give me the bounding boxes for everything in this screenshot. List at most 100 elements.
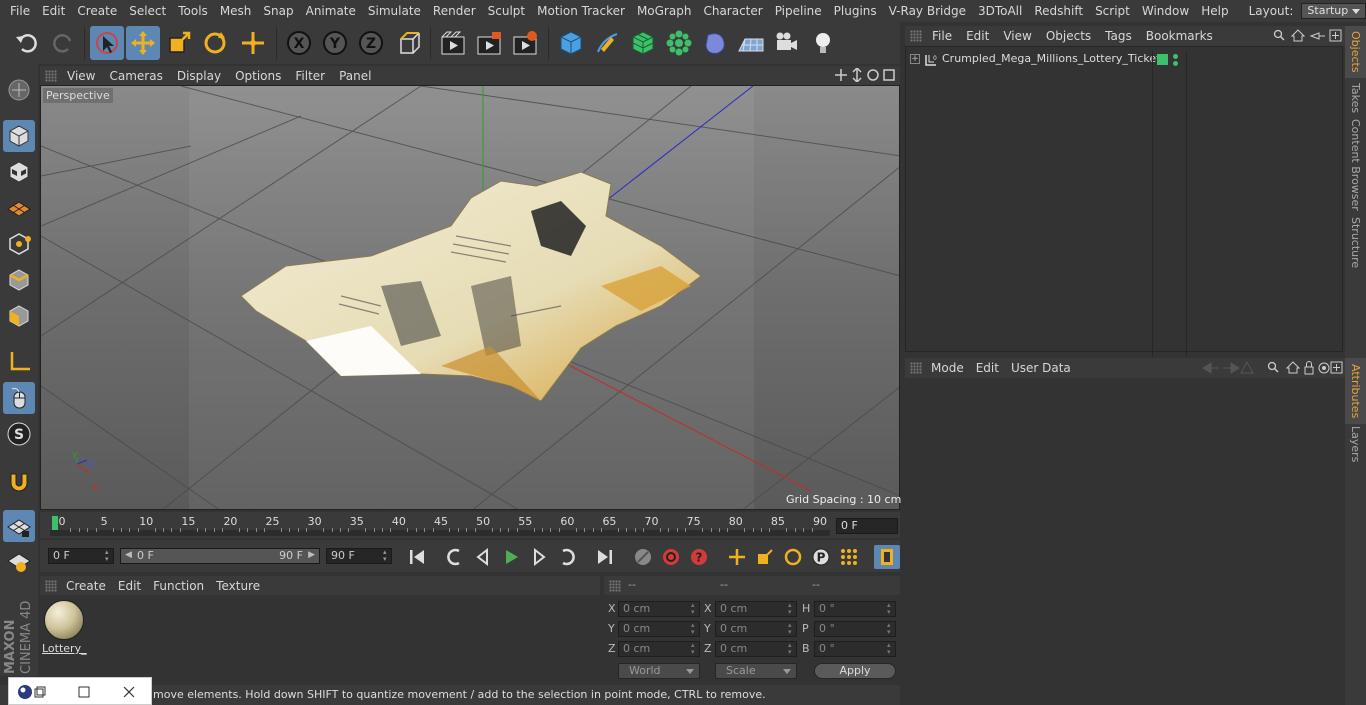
menu-3dtoall[interactable]: 3DToAll xyxy=(972,0,1028,22)
menu-plugins[interactable]: Plugins xyxy=(828,0,883,22)
coordinate-system-icon[interactable] xyxy=(392,26,426,60)
locked-workplane-icon[interactable] xyxy=(3,510,35,542)
render-settings-icon[interactable] xyxy=(508,26,542,60)
apply-button[interactable]: Apply xyxy=(814,663,896,679)
coord-rot-p-field[interactable]: 0 ° xyxy=(814,621,896,637)
objects-menu-file[interactable]: File xyxy=(925,25,959,47)
move-icon[interactable] xyxy=(126,26,160,60)
viewport-nav-icons[interactable] xyxy=(835,68,897,82)
coord-pos-y-field[interactable]: 0 cm xyxy=(618,621,700,637)
coord-space-dropdown[interactable]: World xyxy=(618,663,700,679)
menu-animate[interactable]: Animate xyxy=(300,0,362,22)
menu-motion-tracker[interactable]: Motion Tracker xyxy=(531,0,631,22)
menu-mesh[interactable]: Mesh xyxy=(214,0,258,22)
record-keys-icon[interactable] xyxy=(630,545,656,569)
z-axis-icon[interactable]: Z xyxy=(354,26,388,60)
menu-pipeline[interactable]: Pipeline xyxy=(769,0,828,22)
objects-menu-objects[interactable]: Objects xyxy=(1039,25,1098,47)
layer-color-icon[interactable] xyxy=(1157,54,1168,65)
objects-header-icons[interactable] xyxy=(1273,29,1343,43)
undo-icon[interactable] xyxy=(10,26,44,60)
viewport-menu-view[interactable]: View xyxy=(60,65,102,87)
tab-layers[interactable]: Layers xyxy=(1345,424,1366,464)
cube-icon[interactable] xyxy=(554,26,588,60)
live-selection-icon[interactable] xyxy=(90,26,124,60)
planar-workplane-icon[interactable] xyxy=(3,546,35,578)
viewport-menu-options[interactable]: Options xyxy=(228,65,288,87)
previous-key-icon[interactable] xyxy=(442,545,468,569)
go-to-end-icon[interactable] xyxy=(592,545,618,569)
coord-rot-h-field[interactable]: 0 ° xyxy=(814,601,896,617)
attributes-menu-mode[interactable]: Mode xyxy=(925,357,970,379)
current-frame-field[interactable]: 0 F xyxy=(836,518,898,534)
polygons-mode-icon[interactable] xyxy=(3,300,35,332)
tab-content-browser[interactable]: Content Browser xyxy=(1345,118,1366,212)
tab-structure[interactable]: Structure xyxy=(1345,212,1366,274)
camera-icon[interactable] xyxy=(770,26,804,60)
key-position-icon[interactable] xyxy=(724,545,750,569)
coord-pos-z-field[interactable]: 0 cm xyxy=(618,641,700,657)
object-row[interactable]: + 0 Crumpled_Mega_Millions_Lottery_Ticke… xyxy=(906,51,1342,357)
key-rotation-icon[interactable] xyxy=(780,545,806,569)
play-icon[interactable] xyxy=(498,545,524,569)
go-to-start-icon[interactable] xyxy=(404,545,430,569)
light-icon[interactable] xyxy=(806,26,840,60)
maximize-icon[interactable] xyxy=(77,685,91,699)
magnet-icon[interactable] xyxy=(3,466,35,498)
next-frame-icon[interactable] xyxy=(526,545,552,569)
texture-mode-icon[interactable] xyxy=(3,156,35,188)
viewport-menu-filter[interactable]: Filter xyxy=(288,65,332,87)
timeline-window-icon[interactable] xyxy=(874,545,900,569)
material-swatch[interactable]: Lottery_ xyxy=(42,598,87,656)
object-name[interactable]: Crumpled_Mega_Millions_Lottery_Ticket xyxy=(942,52,1160,65)
floor-icon[interactable] xyxy=(734,26,768,60)
attributes-menu-edit[interactable]: Edit xyxy=(970,357,1005,379)
subdivision-icon[interactable] xyxy=(626,26,660,60)
objects-menu-bookmarks[interactable]: Bookmarks xyxy=(1139,25,1220,47)
workplane-icon[interactable] xyxy=(3,192,35,224)
autokey-icon[interactable] xyxy=(658,545,684,569)
menu-simulate[interactable]: Simulate xyxy=(362,0,427,22)
make-editable-icon[interactable] xyxy=(3,74,35,106)
menu-mograph[interactable]: MoGraph xyxy=(631,0,698,22)
coord-size-x-field[interactable]: 0 cm xyxy=(715,601,797,617)
x-axis-icon[interactable]: X xyxy=(282,26,316,60)
render-view-icon[interactable] xyxy=(436,26,470,60)
menu-window[interactable]: Window xyxy=(1136,0,1195,22)
menu-tools[interactable]: Tools xyxy=(172,0,214,22)
menu-edit[interactable]: Edit xyxy=(36,0,71,22)
editor-visibility-dot[interactable] xyxy=(1173,54,1178,59)
material-menu-texture[interactable]: Texture xyxy=(210,575,266,597)
render-visibility-dot[interactable] xyxy=(1173,61,1178,66)
tab-objects[interactable]: Objects xyxy=(1345,26,1366,78)
cloner-icon[interactable] xyxy=(662,26,696,60)
objects-menu-edit[interactable]: Edit xyxy=(959,25,996,47)
menu-vray-bridge[interactable]: V-Ray Bridge xyxy=(883,0,972,22)
objects-menu-tags[interactable]: Tags xyxy=(1098,25,1139,47)
cinema4d-app-icon[interactable] xyxy=(17,684,33,700)
y-axis-icon[interactable]: Y xyxy=(318,26,352,60)
frame-range-slider[interactable]: ◀ 0 F 90 F ▶ xyxy=(120,548,320,564)
coord-size-z-field[interactable]: 0 cm xyxy=(715,641,797,657)
coord-size-y-field[interactable]: 0 cm xyxy=(715,621,797,637)
menu-redshift[interactable]: Redshift xyxy=(1028,0,1089,22)
menu-help[interactable]: Help xyxy=(1195,0,1234,22)
edges-mode-icon[interactable] xyxy=(3,264,35,296)
menu-create[interactable]: Create xyxy=(71,0,123,22)
previous-frame-icon[interactable] xyxy=(470,545,496,569)
points-mode-icon[interactable] xyxy=(3,228,35,260)
menu-character[interactable]: Character xyxy=(697,0,768,22)
end-frame-field[interactable]: 90 F xyxy=(326,548,392,564)
tab-attributes[interactable]: Attributes xyxy=(1345,358,1366,424)
key-pla-icon[interactable] xyxy=(836,545,862,569)
redo-icon[interactable] xyxy=(46,26,80,60)
objects-menu-view[interactable]: View xyxy=(996,25,1038,47)
menu-render[interactable]: Render xyxy=(427,0,482,22)
menu-snap[interactable]: Snap xyxy=(257,0,299,22)
rotate-icon[interactable] xyxy=(198,26,232,60)
render-picture-viewer-icon[interactable] xyxy=(472,26,506,60)
material-menu-create[interactable]: Create xyxy=(60,575,112,597)
start-frame-field[interactable]: 0 F xyxy=(48,548,114,564)
menu-file[interactable]: File xyxy=(4,0,36,22)
viewport-menu-display[interactable]: Display xyxy=(170,65,228,87)
